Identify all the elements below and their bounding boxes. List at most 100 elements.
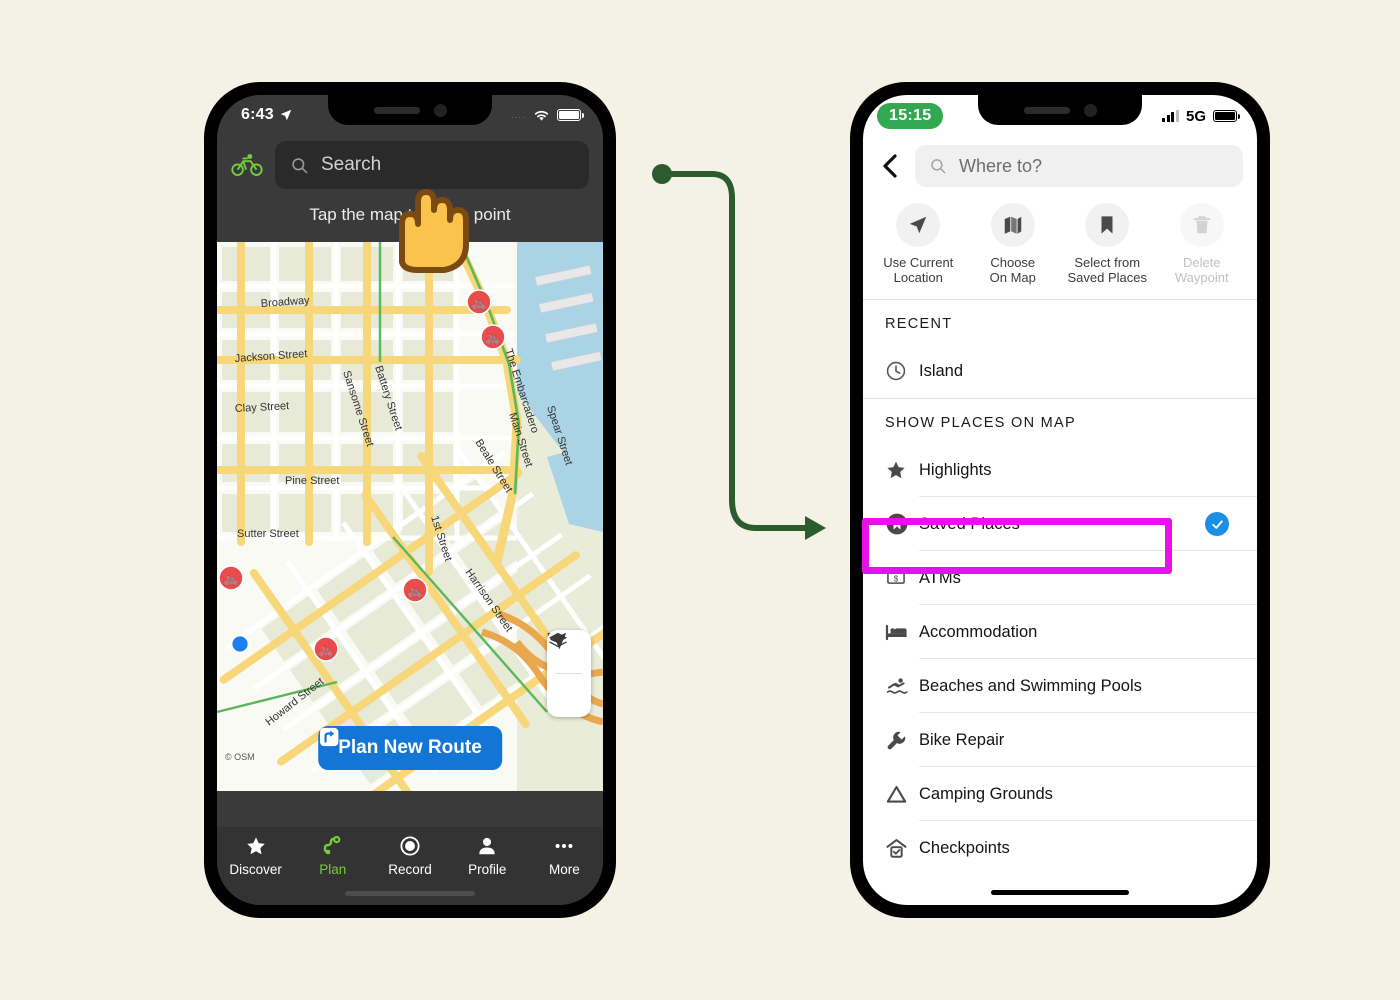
- status-time-badge: 15:15: [877, 103, 944, 129]
- list-item-island[interactable]: Island: [863, 344, 1257, 398]
- notch-speaker: [1023, 106, 1070, 114]
- search-input[interactable]: Where to?: [915, 145, 1243, 187]
- notch-speaker: [373, 106, 420, 114]
- svg-text:🚲: 🚲: [223, 571, 239, 586]
- status-time: 6:43: [241, 106, 274, 123]
- icon-wrap: [896, 203, 941, 247]
- svg-text:🚲: 🚲: [318, 642, 334, 657]
- list-item-label: Checkpoints: [919, 838, 1010, 857]
- home-indicator: [991, 890, 1129, 895]
- list-item-label: Saved Places: [919, 514, 1020, 533]
- bike-poi-marker: 🚲: [313, 636, 339, 662]
- cellular-bars-icon: [1162, 110, 1179, 122]
- list-item-camping-grounds[interactable]: Camping Grounds: [863, 767, 1257, 821]
- locate-button[interactable]: [547, 632, 591, 717]
- section-header-show-places: SHOW PLACES ON MAP: [885, 415, 1076, 431]
- check-icon: [1205, 512, 1229, 536]
- icon-wrap: [1179, 203, 1224, 247]
- tab-more[interactable]: More: [526, 827, 603, 905]
- svg-text:$: $: [894, 574, 899, 583]
- status-time-group: 6:43: [241, 106, 293, 124]
- section-header-recent: RECENT: [885, 316, 953, 332]
- tent-icon: [885, 783, 919, 806]
- ellipsis-icon: [555, 843, 573, 849]
- bookmark-circle-icon: [885, 512, 919, 536]
- route-icon: [320, 727, 339, 747]
- quick-action-label: Choose On Map: [989, 255, 1036, 285]
- checkpoint-icon: [885, 837, 919, 860]
- bike-poi-marker: 🚲: [218, 565, 244, 591]
- plan-new-route-button[interactable]: Plan New Route: [318, 726, 502, 770]
- list-item-atms[interactable]: $ ATMs: [863, 551, 1257, 605]
- list-item-label: Accommodation: [919, 622, 1038, 641]
- list-item-accommodation[interactable]: Accommodation: [863, 605, 1257, 659]
- trash-icon: [1193, 216, 1211, 234]
- map-controls[interactable]: [547, 630, 591, 717]
- quick-action-delete-waypoint[interactable]: Delete Waypoint: [1155, 203, 1250, 285]
- list-item-checkpoints[interactable]: Checkpoints: [863, 821, 1257, 875]
- search-icon: [931, 159, 946, 174]
- list-item-label: ATMs: [919, 568, 961, 587]
- location-arrow-icon: [280, 109, 292, 121]
- search-bar-row: Where to?: [863, 137, 1257, 197]
- status-indicators: 5G: [1162, 107, 1240, 125]
- quick-action-use-current-location[interactable]: Use Current Location: [871, 203, 966, 285]
- list-item-label: Bike Repair: [919, 730, 1005, 749]
- bike-poi-marker: 🚲: [402, 577, 428, 603]
- star-icon: [885, 459, 919, 481]
- battery-icon: [557, 109, 584, 121]
- record-circle-icon: [400, 836, 420, 856]
- bike-poi-marker: 🚲: [466, 289, 492, 315]
- tab-label: Profile: [468, 862, 507, 877]
- bed-icon: [885, 620, 919, 644]
- map-render: Broadway Jackson Street Clay Street Pine…: [217, 242, 603, 791]
- chevron-left-icon: [883, 154, 897, 178]
- list-item-saved-places[interactable]: Saved Places: [863, 497, 1257, 551]
- icon-wrap: [1085, 203, 1130, 247]
- search-icon: [292, 157, 308, 173]
- notch: [978, 95, 1142, 125]
- bike-poi-marker: 🚲: [480, 324, 506, 350]
- swimmer-icon: [885, 674, 919, 698]
- tab-label: Plan: [319, 862, 347, 877]
- connector-path: [659, 171, 811, 531]
- list-item-highlights[interactable]: Highlights: [863, 443, 1257, 497]
- quick-action-select-from-saved-places[interactable]: Select from Saved Places: [1060, 203, 1155, 285]
- list-item-beaches-and-swimming-pools[interactable]: Beaches and Swimming Pools: [863, 659, 1257, 713]
- back-button[interactable]: [877, 153, 903, 179]
- current-location-dot: [230, 634, 250, 654]
- route-squiggle-icon: [323, 835, 341, 855]
- quick-action-choose-on-map[interactable]: Choose On Map: [966, 203, 1061, 285]
- bookmark-icon: [1101, 216, 1113, 234]
- phone-mockup-right: 15:15 5G Where to? Use Current Location …: [850, 82, 1270, 918]
- bicycle-icon: [231, 154, 263, 176]
- quick-action-label: Delete Waypoint: [1174, 255, 1229, 285]
- search-placeholder: Where to?: [959, 155, 1043, 176]
- signal-dots-icon: ....: [510, 109, 526, 121]
- tab-discover[interactable]: Discover: [217, 827, 294, 905]
- flow-connector: [652, 164, 826, 540]
- wifi-icon: [534, 110, 549, 121]
- phone2-screen: 15:15 5G Where to? Use Current Location …: [863, 95, 1257, 905]
- home-indicator: [345, 891, 475, 896]
- notch: [328, 95, 492, 125]
- map-label: Pine Street: [285, 475, 339, 487]
- status-indicators: ....: [510, 109, 584, 122]
- tap-hand-cursor: [399, 189, 469, 273]
- star-icon: [246, 837, 265, 855]
- list-item-label: Island: [919, 361, 964, 380]
- tab-label: Record: [388, 862, 432, 877]
- quick-action-label: Select from Saved Places: [1067, 255, 1148, 285]
- map-icon: [1004, 216, 1021, 234]
- quick-action-label: Use Current Location: [883, 255, 954, 285]
- notch-camera: [433, 103, 447, 117]
- icon-wrap: [990, 203, 1035, 247]
- map-canvas[interactable]: Broadway Jackson Street Clay Street Pine…: [217, 242, 603, 791]
- plan-button-label: Plan New Route: [338, 737, 482, 758]
- person-icon: [479, 837, 495, 855]
- map-attribution: © OSM: [225, 752, 255, 762]
- notch-camera: [1083, 103, 1097, 117]
- wrench-icon: [885, 729, 919, 752]
- list-item-bike-repair[interactable]: Bike Repair: [863, 713, 1257, 767]
- network-label: 5G: [1185, 107, 1206, 125]
